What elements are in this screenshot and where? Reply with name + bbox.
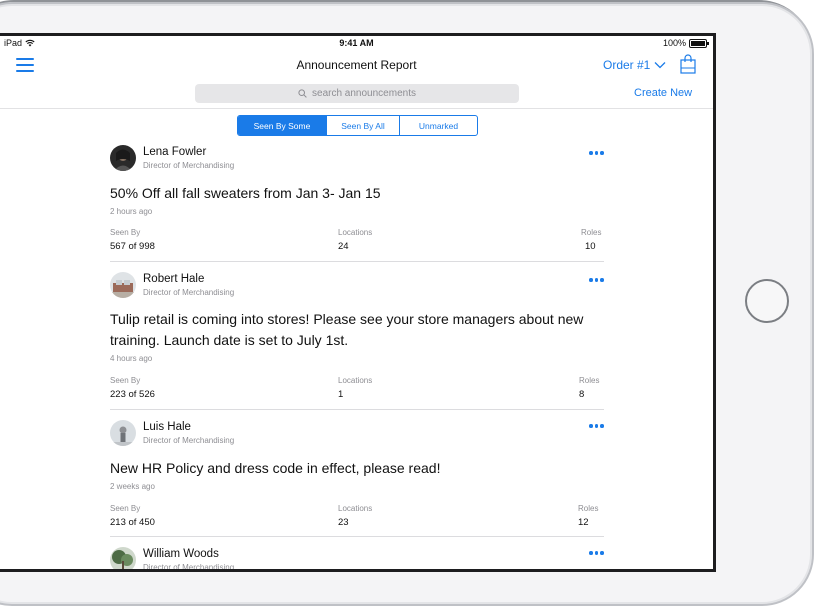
seen-by-value: 223 of 526 [110,389,155,400]
announcement-card[interactable]: Luis Hale Director of Merchandising New … [110,420,604,528]
seen-by-value: 213 of 450 [110,517,155,528]
announcement-card[interactable]: Lena Fowler Director of Merchandising 50… [110,145,604,253]
announcement-headline: New HR Policy and dress code in effect, … [110,460,441,476]
tab-seen-by-all[interactable]: Seen By All [326,116,399,135]
roles-label: Roles [579,376,600,385]
roles-value: 12 [578,517,589,528]
author-role: Director of Merchandising [143,563,235,572]
filter-tabs: Seen By Some Seen By All Unmarked [237,115,478,136]
avatar [110,547,136,569]
order-selector[interactable]: Order #1 [603,58,666,72]
app-screen: iPad 9:41 AM 100% Announcement Report Or… [0,33,716,572]
author-role: Director of Merchandising [143,288,235,297]
announcement-headline: 50% Off all fall sweaters from Jan 3- Ja… [110,185,381,201]
roles-label: Roles [581,228,602,237]
locations-value: 24 [338,241,349,252]
status-time: 9:41 AM [339,38,374,48]
divider [110,409,604,410]
search-placeholder: search announcements [312,88,416,99]
search-input[interactable]: search announcements [195,84,519,103]
locations-label: Locations [338,504,373,513]
author-name: Luis Hale [143,421,191,433]
locations-label: Locations [338,228,373,237]
locations-value: 1 [338,389,344,400]
avatar [110,145,136,171]
announcement-card[interactable]: William Woods Director of Merchandising [110,547,605,572]
order-label: Order #1 [603,58,651,72]
seen-by-label: Seen By [110,228,141,237]
more-options-icon[interactable] [589,278,605,283]
author-name: William Woods [143,548,219,560]
divider [110,536,604,537]
tab-unmarked[interactable]: Unmarked [399,116,477,135]
battery-icon [689,38,709,48]
divider [110,261,604,262]
more-options-icon[interactable] [589,551,605,556]
announcement-time: 2 hours ago [110,207,153,216]
announcement-time: 2 weeks ago [110,482,155,491]
status-bar: iPad 9:41 AM 100% [0,36,713,50]
home-button[interactable] [745,279,789,323]
author-role: Director of Merchandising [143,161,235,170]
tab-seen-by-some[interactable]: Seen By Some [238,116,326,135]
author-name: Robert Hale [143,273,205,285]
avatar [110,420,136,446]
battery-percent: 100% [662,38,686,48]
announcement-headline: Tulip retail is coming into stores! Plea… [110,311,584,348]
seen-by-label: Seen By [110,376,141,385]
announcement-time: 4 hours ago [110,354,153,363]
more-options-icon[interactable] [589,424,605,429]
seen-by-value: 567 of 998 [110,241,155,252]
author-name: Lena Fowler [143,146,207,158]
more-options-icon[interactable] [589,151,605,156]
announcement-card[interactable]: Robert Hale Director of Merchandising Tu… [110,272,604,400]
avatar [110,272,136,298]
roles-value: 8 [579,389,585,400]
create-new-button[interactable]: Create New [634,87,692,99]
locations-value: 23 [338,517,349,528]
author-role: Director of Merchandising [143,436,235,445]
chevron-down-icon [654,62,666,69]
nav-divider [0,108,713,109]
roles-label: Roles [578,504,599,513]
shopping-bag-icon[interactable] [680,54,696,74]
locations-label: Locations [338,376,373,385]
seen-by-label: Seen By [110,504,141,513]
nav-bar: Announcement Report Order #1 [0,50,713,82]
roles-value: 10 [585,241,596,252]
search-icon [298,89,307,98]
